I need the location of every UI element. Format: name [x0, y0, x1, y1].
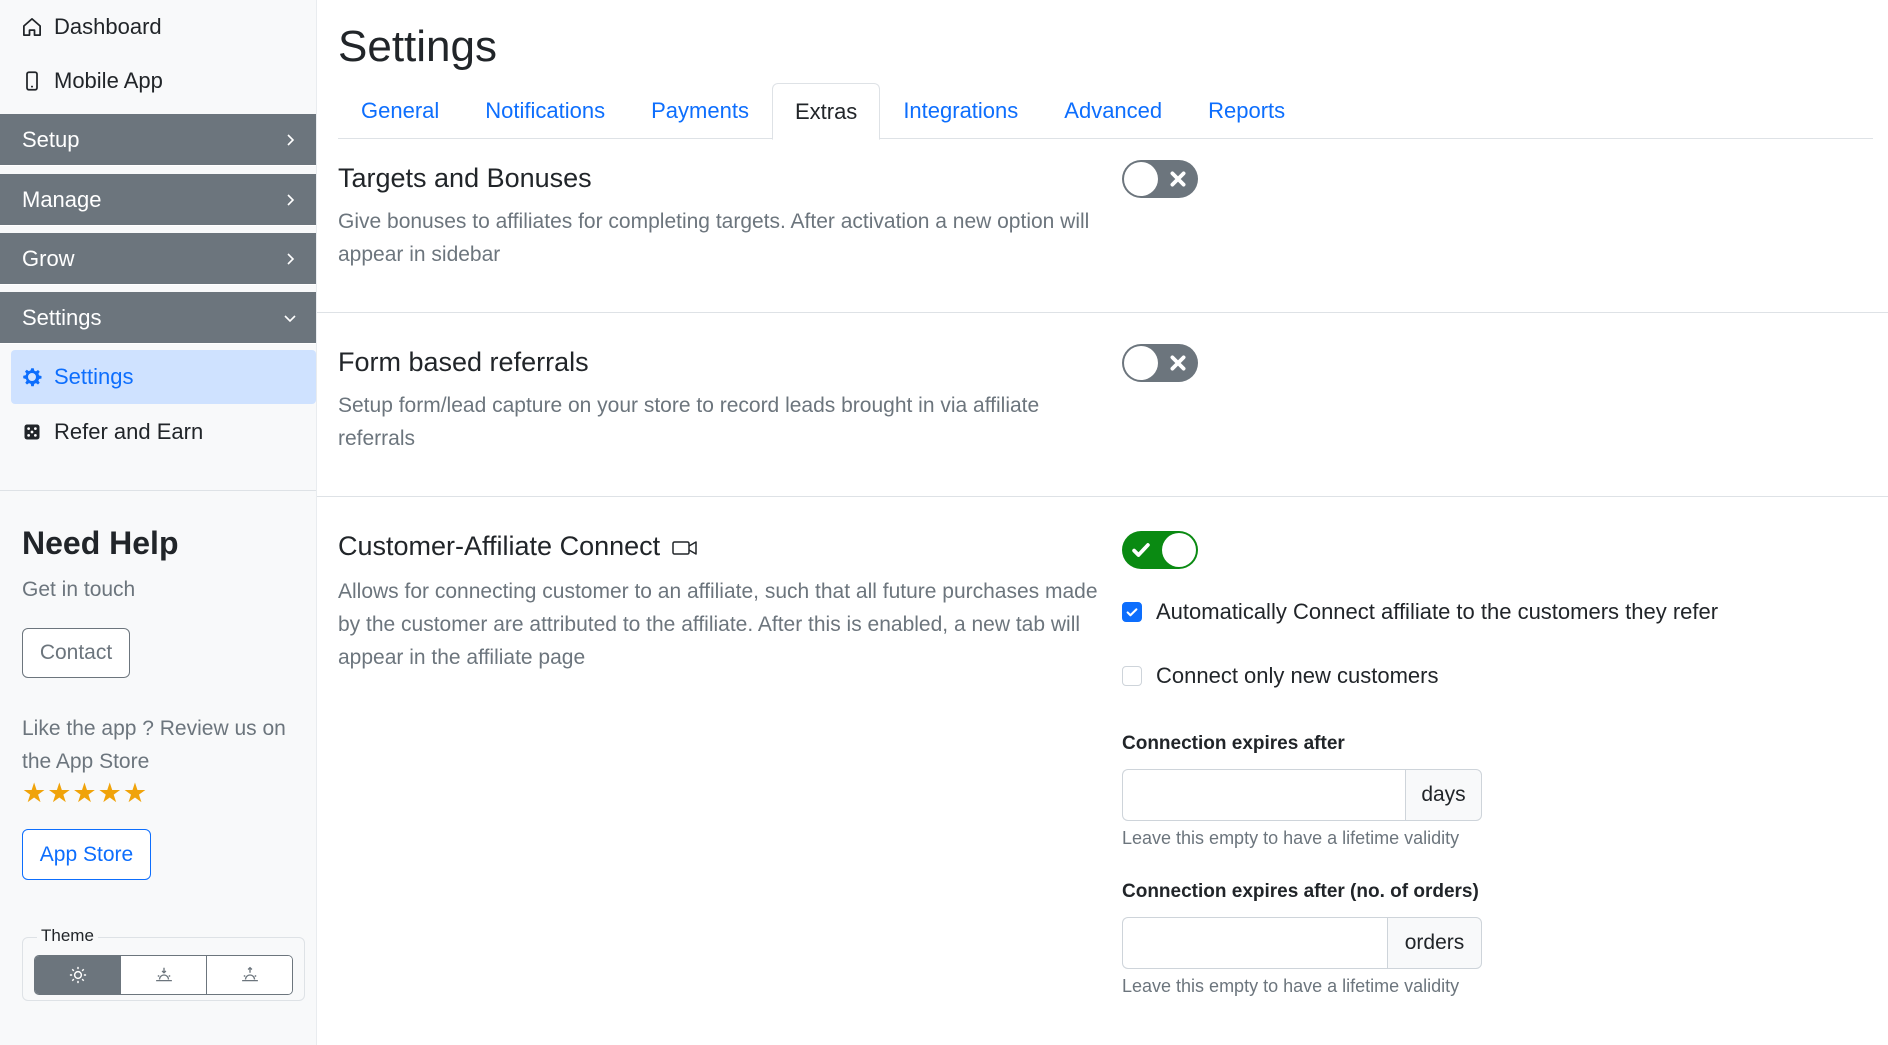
targets-bonuses-toggle[interactable] [1122, 160, 1198, 198]
expires-days-help: Leave this empty to have a lifetime vali… [1122, 828, 1460, 848]
sunrise-icon [241, 966, 258, 982]
sidebar-group-grow[interactable]: Grow [0, 233, 316, 285]
toggle-knob [1162, 533, 1196, 567]
gear-icon [22, 367, 42, 387]
sidebar-item-mobile-app[interactable]: Mobile App [0, 57, 316, 105]
customer-affiliate-connect-toggle[interactable] [1122, 531, 1198, 569]
auto-connect-label: Automatically Connect affiliate to the c… [1156, 599, 1719, 624]
theme-sunset-button[interactable] [121, 956, 207, 994]
theme-legend: Theme [37, 926, 98, 946]
section-title-row: Customer-Affiliate Connect [338, 531, 698, 562]
form-referrals-toggle[interactable] [1122, 344, 1198, 382]
expires-days-input[interactable] [1122, 769, 1405, 821]
mobile-icon [22, 71, 42, 91]
close-icon [1170, 355, 1186, 371]
section-description: Allows for connecting customer to an aff… [338, 580, 1098, 669]
only-new-customers-option[interactable]: Connect only new customers [1122, 663, 1438, 689]
tab-notifications[interactable]: Notifications [462, 83, 628, 139]
settings-tabs: General Notifications Payments Extras In… [338, 83, 1873, 140]
section-description: Give bonuses to affiliates for completin… [338, 210, 1090, 266]
toggle-knob [1124, 162, 1158, 196]
rating-stars: ★★★★★ [22, 778, 149, 808]
theme-light-button[interactable] [35, 956, 121, 994]
sidebar-group-label: Manage [22, 186, 102, 212]
theme-sunrise-button[interactable] [207, 956, 292, 994]
expires-orders-label: Connection expires after (no. of orders) [1122, 881, 1479, 902]
tab-general[interactable]: General [338, 83, 462, 139]
only-new-customers-checkbox[interactable] [1122, 666, 1142, 686]
tab-payments[interactable]: Payments [628, 83, 772, 139]
tab-extras[interactable]: Extras [771, 83, 881, 140]
tab-reports[interactable]: Reports [1185, 83, 1308, 139]
sidebar-group-setup[interactable]: Setup [0, 114, 316, 166]
review-prompt: Like the app ? Review us on the App Stor… [22, 717, 286, 773]
section-description: Setup form/lead capture on your store to… [338, 394, 1040, 450]
customer-affiliate-connect-section: Customer-Affiliate Connect Allows for co… [317, 497, 1888, 1045]
sidebar-divider [0, 490, 316, 491]
expires-days-unit: days [1405, 769, 1482, 821]
expires-orders-unit: orders [1387, 917, 1482, 969]
theme-fieldset: Theme [22, 926, 305, 1001]
sidebar-item-label: Mobile App [54, 68, 163, 93]
chevron-down-icon [284, 314, 296, 322]
sunset-icon [155, 967, 172, 982]
contact-button[interactable]: Contact [22, 628, 130, 678]
close-icon [1170, 171, 1186, 187]
auto-connect-checkbox[interactable] [1122, 602, 1142, 622]
help-title: Need Help [22, 525, 179, 561]
main-content: Settings General Notifications Payments … [316, 0, 1888, 1045]
section-title: Customer-Affiliate Connect [338, 531, 661, 561]
help-subtitle: Get in touch [22, 578, 136, 601]
sidebar-group-settings[interactable]: Settings [0, 292, 316, 344]
chevron-right-icon [287, 193, 295, 206]
sidebar-group-label: Grow [22, 245, 75, 271]
check-icon [1126, 608, 1138, 617]
expires-days-group: days [1122, 769, 1482, 821]
check-icon [1132, 543, 1150, 557]
section-title: Form based referrals [338, 347, 589, 377]
expires-orders-help: Leave this empty to have a lifetime vali… [1122, 976, 1460, 996]
video-icon[interactable] [672, 537, 698, 557]
home-icon [22, 17, 42, 37]
section-title: Targets and Bonuses [338, 163, 592, 193]
app-store-button[interactable]: App Store [22, 829, 151, 880]
dice-icon [22, 422, 42, 442]
tab-integrations[interactable]: Integrations [880, 83, 1041, 139]
sun-icon [69, 966, 86, 984]
tab-advanced[interactable]: Advanced [1041, 83, 1185, 139]
expires-orders-input[interactable] [1122, 917, 1387, 969]
form-referrals-section: Form based referrals Setup form/lead cap… [317, 313, 1888, 497]
sidebar-group-label: Settings [22, 304, 102, 330]
sidebar-item-label: Settings [54, 364, 134, 389]
sidebar-item-label: Dashboard [54, 14, 162, 39]
page-title: Settings [338, 22, 497, 71]
theme-switcher [34, 955, 293, 995]
sidebar-group-label: Setup [22, 126, 80, 152]
sidebar-item-settings[interactable]: Settings [11, 350, 316, 404]
sidebar-item-refer-and-earn[interactable]: Refer and Earn [11, 405, 316, 459]
toggle-knob [1124, 346, 1158, 380]
chevron-right-icon [287, 133, 295, 146]
auto-connect-option[interactable]: Automatically Connect affiliate to the c… [1122, 599, 1718, 625]
sidebar-group-manage[interactable]: Manage [0, 174, 316, 226]
targets-bonuses-section: Targets and Bonuses Give bonuses to affi… [317, 140, 1888, 313]
sidebar-item-dashboard[interactable]: Dashboard [0, 3, 316, 51]
sidebar: Dashboard Mobile App Setup Manage Grow S… [0, 0, 316, 1045]
sidebar-item-label: Refer and Earn [54, 419, 204, 444]
chevron-right-icon [287, 252, 295, 265]
only-new-customers-label: Connect only new customers [1156, 663, 1439, 688]
expires-orders-group: orders [1122, 917, 1482, 969]
expires-days-label: Connection expires after [1122, 733, 1345, 754]
